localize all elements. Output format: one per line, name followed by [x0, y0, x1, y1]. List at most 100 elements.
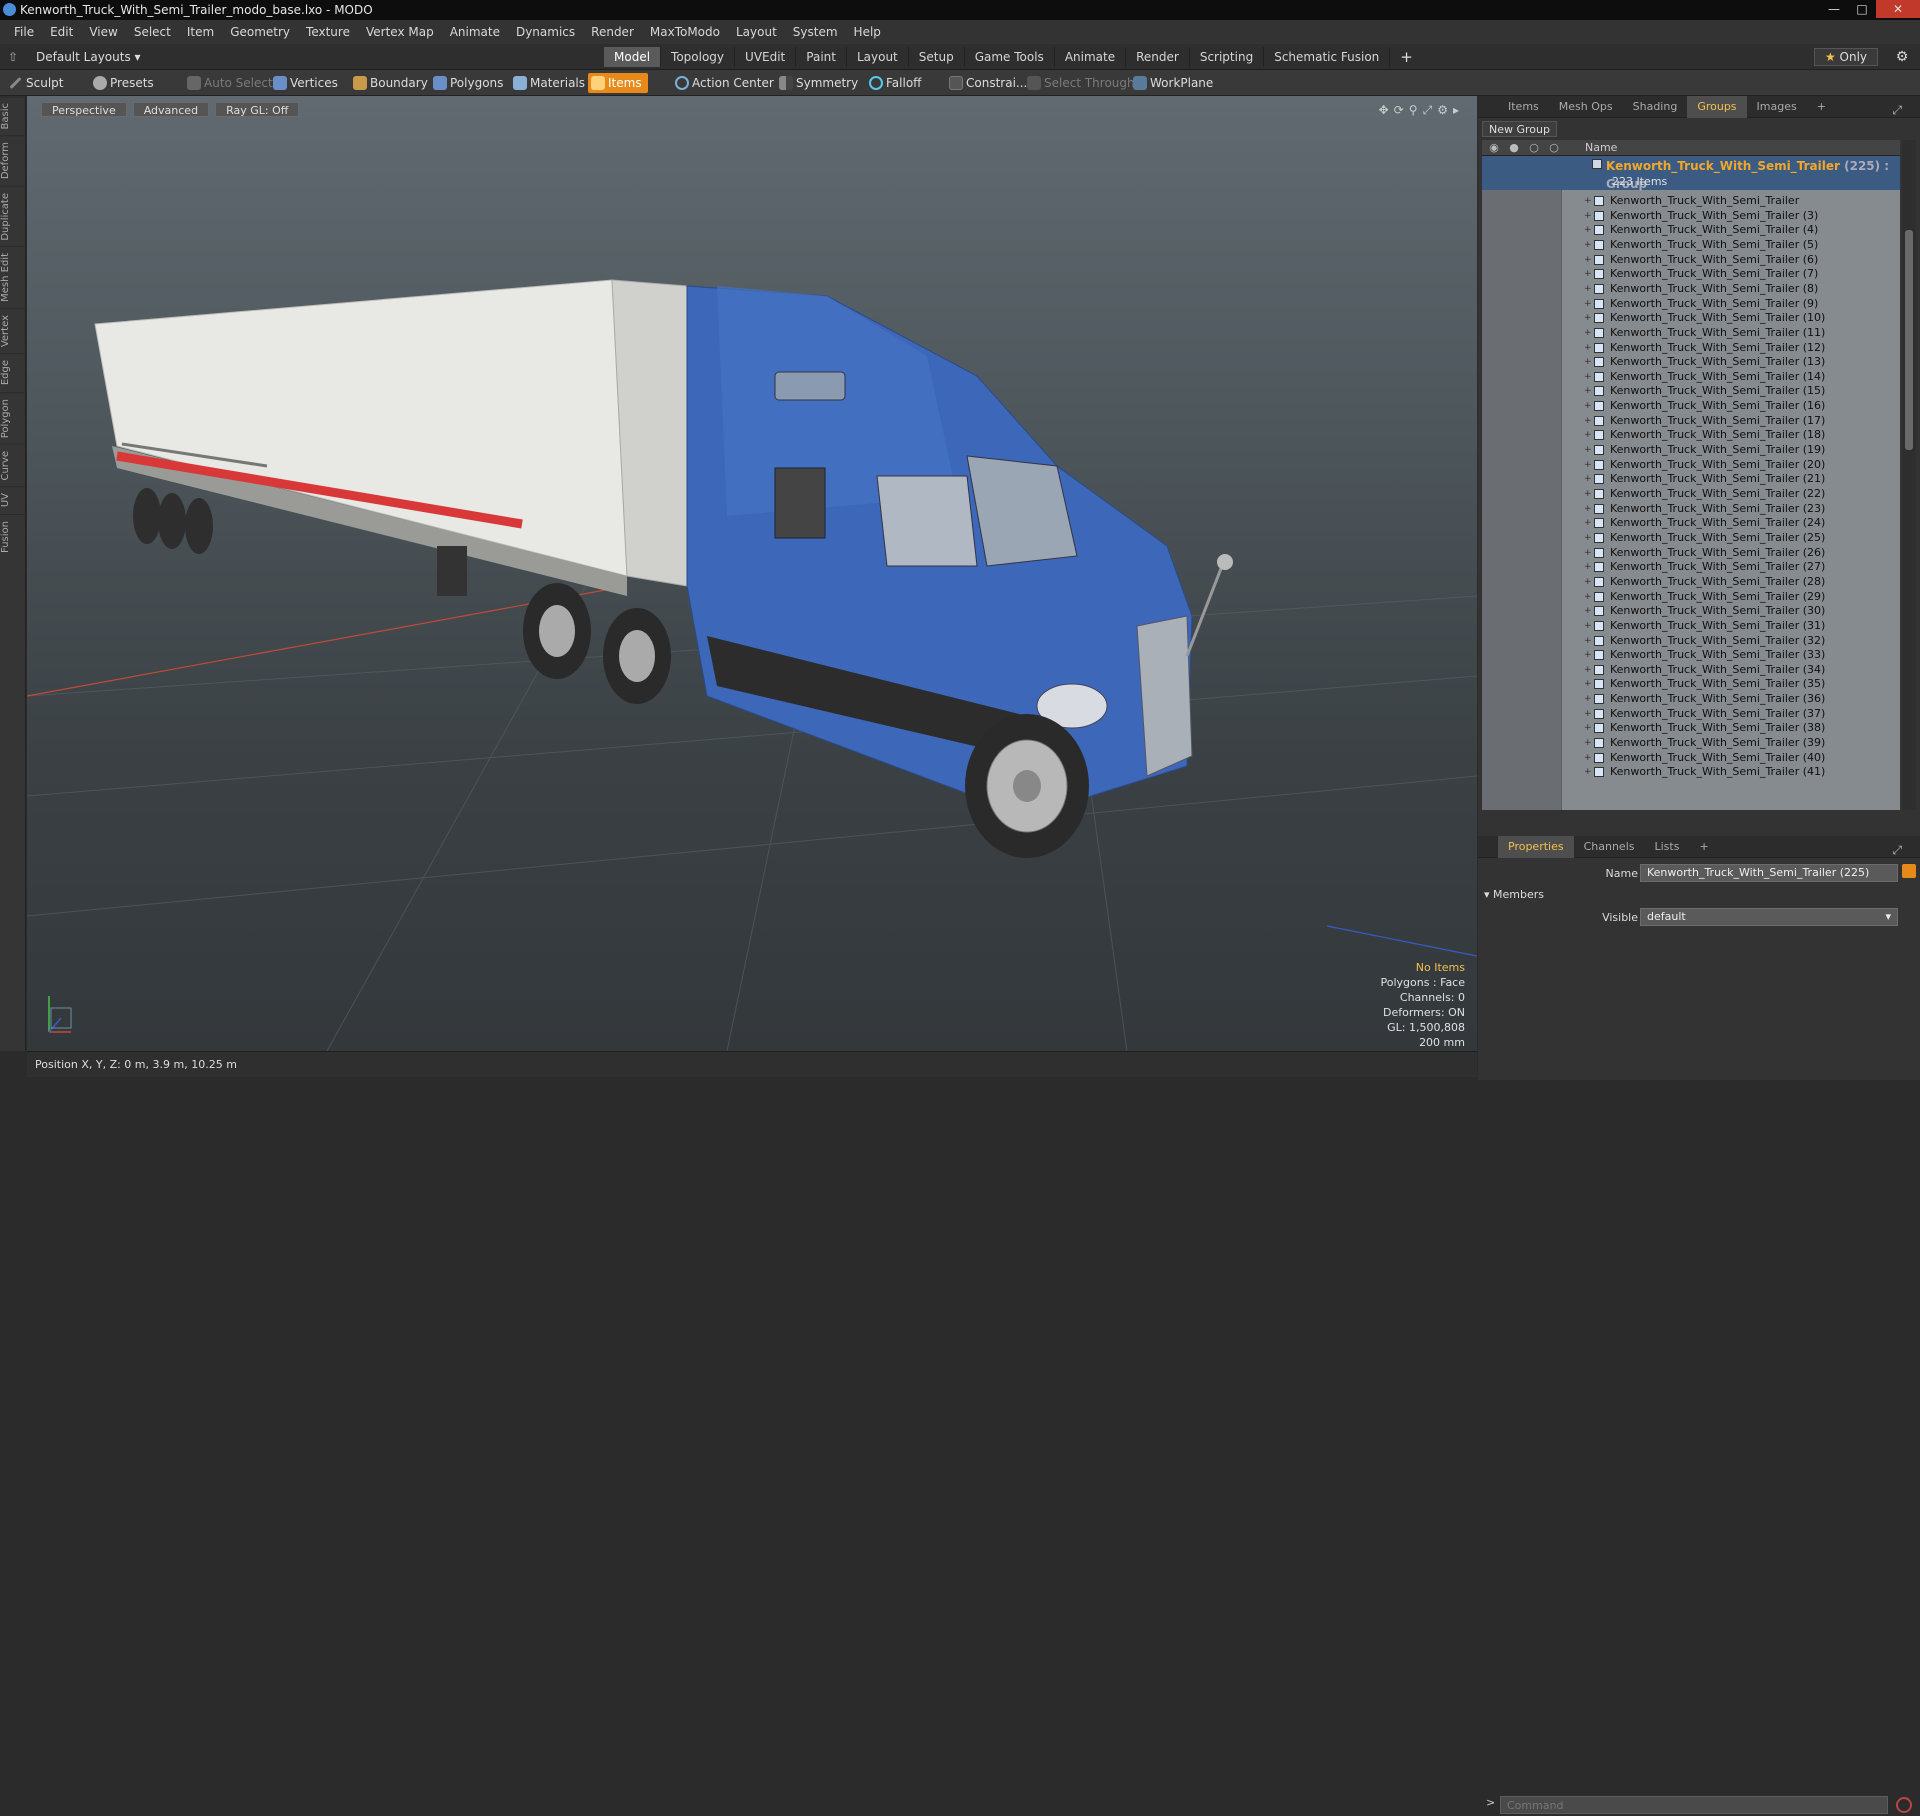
tool-tab-basic[interactable]: Basic [0, 96, 26, 136]
menu-item[interactable]: Item [179, 25, 222, 39]
tool-tab-fusion[interactable]: Fusion [0, 513, 26, 559]
rotate-icon[interactable]: ⟳ [1394, 103, 1404, 118]
symmetry-button[interactable]: Symmetry [776, 73, 858, 93]
menu-render[interactable]: Render [583, 25, 642, 39]
pan-icon[interactable]: ✥ [1379, 103, 1389, 118]
boundary-button[interactable]: Boundary [350, 73, 428, 93]
tool-tab-edge[interactable]: Edge [0, 353, 26, 392]
properties-tab-lists[interactable]: Lists [1645, 836, 1690, 858]
maximize-button[interactable]: □ [1848, 0, 1876, 18]
menu-select[interactable]: Select [126, 25, 179, 39]
tool-tab-duplicate[interactable]: Duplicate [0, 185, 26, 247]
expand-arrow-icon[interactable]: ▸ [1453, 103, 1459, 118]
menu-animate[interactable]: Animate [442, 25, 508, 39]
command-input[interactable] [1500, 1796, 1888, 1814]
panel-tab-images[interactable]: Images [1747, 96, 1807, 118]
gear-icon[interactable]: ⚙ [1892, 48, 1912, 66]
polygons-button[interactable]: Polygons [430, 73, 503, 93]
group-row[interactable]: Kenworth_Truck_With_Semi_Trailer (225) :… [1482, 156, 1900, 191]
properties-tab-properties[interactable]: Properties [1498, 835, 1574, 858]
tool-tab-mesh-edit[interactable]: Mesh Edit [0, 246, 26, 309]
members-header[interactable]: ▾ Members [1484, 888, 1544, 901]
mesh-icon [1594, 474, 1604, 485]
menu-help[interactable]: Help [846, 25, 889, 39]
zoom-icon[interactable]: ⚲ [1409, 103, 1418, 118]
constraints-button[interactable]: Constrai... [946, 73, 1027, 93]
list-scrollbar[interactable] [1902, 140, 1916, 810]
menu-edit[interactable]: Edit [42, 25, 81, 39]
menu-vertex-map[interactable]: Vertex Map [358, 25, 442, 39]
tab-game-tools[interactable]: Game Tools [965, 47, 1055, 67]
tool-tab-vertex[interactable]: Vertex [0, 308, 26, 354]
menu-geometry[interactable]: Geometry [222, 25, 298, 39]
tool-tab-deform[interactable]: Deform [0, 135, 26, 186]
name-column-header[interactable]: Name [1585, 140, 1617, 156]
vertices-button[interactable]: Vertices [270, 73, 338, 93]
tab-animate[interactable]: Animate [1055, 47, 1127, 67]
menu-view[interactable]: View [81, 25, 125, 39]
expand-icon[interactable]: + [1584, 763, 1592, 781]
tab-schematic-fusion[interactable]: Schematic Fusion [1264, 47, 1391, 67]
menu-system[interactable]: System [785, 25, 846, 39]
clear-command-icon[interactable] [1896, 1797, 1912, 1813]
tab-setup[interactable]: Setup [909, 47, 965, 67]
shading-mode-button[interactable]: Advanced [132, 102, 210, 117]
groups-list[interactable]: Kenworth_Truck_With_Semi_Trailer (225) :… [1482, 156, 1900, 810]
add-tab-icon[interactable]: + [1390, 47, 1423, 67]
presets-button[interactable]: Presets [90, 73, 154, 93]
panel-tab-mesh-ops[interactable]: Mesh Ops [1549, 96, 1623, 118]
visibility-eye-icon[interactable]: ◉ [1484, 140, 1504, 156]
layout-selector[interactable]: ⇧ Default Layouts ▾ [6, 47, 141, 67]
raygl-button[interactable]: Ray GL: Off [215, 102, 300, 117]
sculpt-button[interactable]: Sculpt [6, 73, 63, 93]
properties-tab-channels[interactable]: Channels [1574, 836, 1645, 858]
panel-tab-items[interactable]: Items [1498, 96, 1549, 118]
tab-uvedit[interactable]: UVEdit [735, 47, 797, 67]
select-through-button[interactable]: Select Through [1024, 73, 1135, 93]
tool-tab-uv[interactable]: UV [0, 486, 26, 514]
3d-viewport[interactable]: Perspective Advanced Ray GL: Off ✥ ⟳ ⚲ ⤢… [27, 96, 1477, 1051]
menu-maxtomodo[interactable]: MaxToModo [642, 25, 728, 39]
tab-layout[interactable]: Layout [847, 47, 909, 67]
tab-model[interactable]: Model [604, 47, 662, 67]
close-button[interactable]: ✕ [1876, 0, 1920, 18]
menu-file[interactable]: File [6, 25, 42, 39]
minimize-button[interactable]: — [1820, 0, 1848, 18]
menu-texture[interactable]: Texture [298, 25, 358, 39]
menu-dynamics[interactable]: Dynamics [508, 25, 583, 39]
items-button[interactable]: Items [588, 73, 648, 93]
panel-tab-shading[interactable]: Shading [1623, 96, 1688, 118]
fit-icon[interactable]: ⤢ [1423, 103, 1433, 118]
properties-expand-icon[interactable]: ⤢ [1882, 839, 1912, 861]
menu-layout[interactable]: Layout [728, 25, 785, 39]
auto-select-button[interactable]: Auto Select [184, 73, 273, 93]
lock-icon[interactable]: ● [1504, 140, 1524, 156]
render-icon[interactable]: ○ [1544, 140, 1564, 156]
add-properties-tab-icon[interactable]: + [1689, 836, 1718, 858]
scrollbar-thumb[interactable] [1905, 230, 1913, 450]
tool-tab-curve[interactable]: Curve [0, 443, 26, 487]
tab-paint[interactable]: Paint [796, 47, 847, 67]
visible-dropdown[interactable]: default ▾ [1640, 908, 1898, 926]
panel-tab-groups[interactable]: Groups [1687, 95, 1747, 118]
viewport-gear-icon[interactable]: ⚙ [1437, 103, 1448, 118]
tab-topology[interactable]: Topology [661, 47, 736, 67]
panel-expand-icon[interactable]: ⤢ [1882, 99, 1912, 121]
tab-scripting[interactable]: Scripting [1190, 47, 1265, 67]
only-button[interactable]: ★ Only [1814, 48, 1878, 66]
materials-button[interactable]: Materials [510, 73, 585, 93]
tab-render[interactable]: Render [1126, 47, 1190, 67]
action-center-button[interactable]: Action Center [672, 73, 774, 93]
items-icon [591, 76, 605, 90]
name-field[interactable]: Kenworth_Truck_With_Semi_Trailer (225) [1640, 864, 1898, 882]
falloff-button[interactable]: Falloff [866, 73, 921, 93]
new-group-button[interactable]: New Group [1482, 121, 1557, 137]
list-item[interactable]: + Kenworth_Truck_With_Semi_Trailer (41) [1482, 763, 1900, 781]
workplane-button[interactable]: WorkPlane [1130, 73, 1213, 93]
view-mode-button[interactable]: Perspective [41, 102, 127, 117]
pin-icon[interactable]: ⇧ [6, 47, 20, 67]
color-swatch[interactable] [1902, 864, 1916, 878]
tool-tab-polygon[interactable]: Polygon [0, 391, 26, 444]
add-panel-tab-icon[interactable]: + [1807, 96, 1836, 118]
select-icon[interactable]: ○ [1524, 140, 1544, 156]
